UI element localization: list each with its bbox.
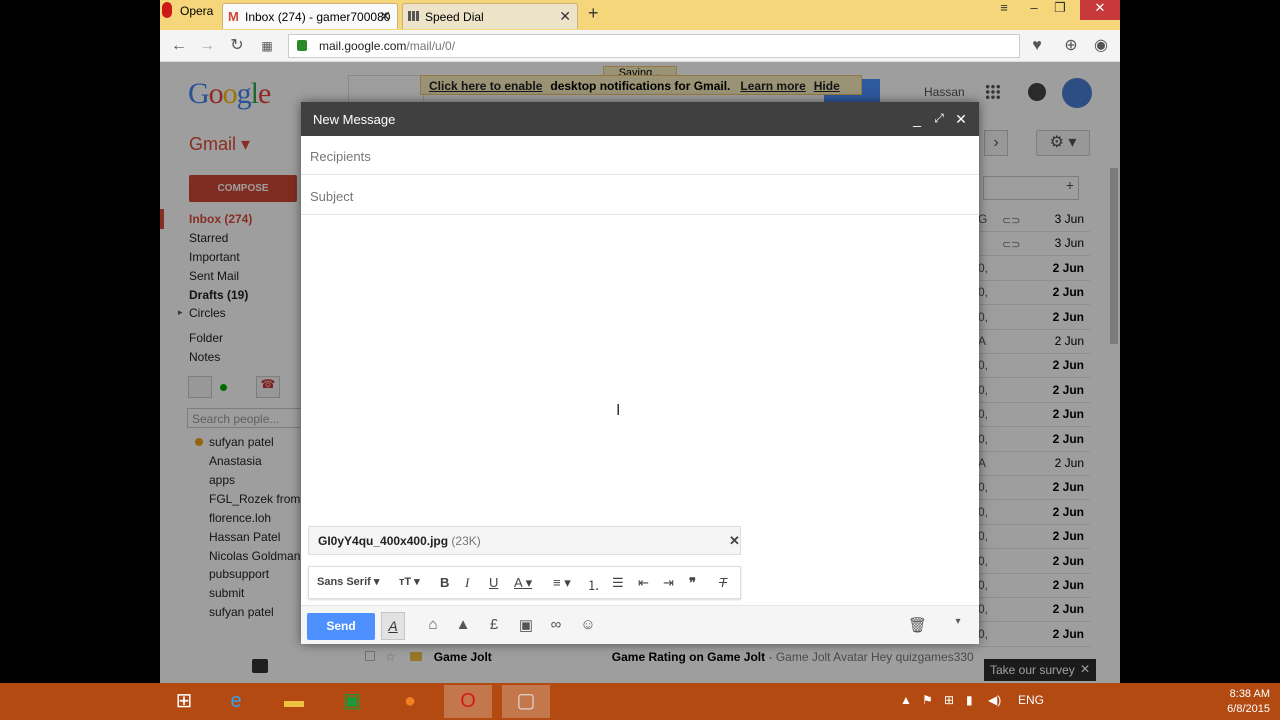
align-icon[interactable]: ≡ ▾ — [553, 575, 571, 591]
opera-menu-label: Opera — [180, 4, 214, 18]
new-tab-button[interactable]: + — [588, 3, 599, 24]
tray-arrow-icon[interactable]: ▲ — [900, 693, 912, 707]
tab-inbox[interactable]: M Inbox (274) - gamer700080 ✕ — [222, 3, 398, 29]
flag-icon[interactable]: ⚑ — [922, 693, 933, 707]
account-icon[interactable]: ◉ — [1092, 37, 1110, 55]
restore-icon[interactable]: ❐ — [1050, 0, 1070, 20]
tab-inbox-label: Inbox (274) - gamer700080 — [245, 10, 391, 24]
minimize-icon[interactable]: – — [1024, 0, 1044, 20]
insert-link-icon[interactable]: ∞ — [547, 616, 565, 633]
gmail-favicon-icon: M — [228, 9, 239, 24]
formatting-toolbar: Sans Serif ▾ тT ▾ B I U A ▾ ≡ ▾ ⒈ ☰ ⇤ ⇥ … — [308, 566, 741, 599]
compose-bottom-bar: Send A ⌂ ▲ £ ▣ ∞ ☺ 🗑 ▾ — [301, 605, 979, 644]
recorder-taskbar-icon[interactable]: ▢ — [502, 685, 550, 718]
close-icon[interactable]: ✕ — [953, 111, 969, 128]
attachment-chip[interactable]: GI0yY4qu_400x400.jpg (23K) ✕ — [308, 526, 741, 555]
tab-menu-icon[interactable]: ≡ — [994, 0, 1014, 20]
media-player-icon[interactable]: ● — [386, 685, 434, 718]
compose-dialog: New Message _ ⤢ ✕ Recipients Subject I G… — [301, 102, 979, 644]
heart-icon[interactable]: ♥ — [1028, 37, 1046, 55]
tab-close-icon[interactable]: ✕ — [379, 8, 391, 25]
volume-icon[interactable]: ◀) — [988, 693, 1001, 707]
indent-less-icon[interactable]: ⇤ — [638, 575, 649, 591]
insert-photo-icon[interactable]: ▣ — [517, 616, 535, 634]
google-drive-icon[interactable]: ▲ — [454, 616, 472, 633]
tab-close-icon[interactable]: ✕ — [559, 8, 571, 25]
address-bar: ← → ↻ ▦ mail.google.com/mail/u/0/ ♥ ⊕ ◉ — [160, 30, 1120, 62]
download-icon[interactable]: ⊕ — [1062, 37, 1080, 55]
attachment-size: (23K) — [451, 534, 481, 548]
bulleted-list-icon[interactable]: ☰ — [612, 575, 624, 591]
compose-title: New Message — [313, 112, 396, 127]
tab-speed-dial[interactable]: Speed Dial ✕ — [402, 3, 578, 29]
window-icon[interactable]: ⊞ — [944, 693, 954, 707]
back-icon[interactable]: ← — [170, 37, 188, 55]
indent-more-icon[interactable]: ⇥ — [663, 575, 674, 591]
recipients-field[interactable]: Recipients — [301, 136, 979, 175]
clock[interactable]: 8:38 AM 6/8/2015 — [1208, 687, 1270, 717]
screen-letterbox-left — [0, 0, 160, 683]
speed-dial-grid-icon[interactable]: ▦ — [258, 37, 276, 55]
underline-icon[interactable]: U — [489, 575, 498, 590]
url-field[interactable]: mail.google.com/mail/u/0/ — [288, 34, 1020, 58]
attach-file-icon[interactable]: ⌂ — [424, 616, 442, 633]
opera-taskbar-icon[interactable]: O — [444, 685, 492, 718]
network-icon[interactable]: ▮ — [966, 693, 973, 707]
lock-icon — [297, 40, 307, 51]
font-select[interactable]: Sans Serif ▾ — [317, 575, 379, 588]
forward-icon[interactable]: → — [198, 37, 216, 55]
language-indicator[interactable]: ENG — [1018, 693, 1044, 707]
insert-emoji-icon[interactable]: ☺ — [579, 616, 597, 633]
italic-icon[interactable]: I — [465, 575, 469, 591]
insert-money-icon[interactable]: £ — [485, 616, 503, 633]
formatting-options-button[interactable]: A — [381, 612, 405, 640]
quote-icon[interactable]: ❞ — [689, 575, 696, 591]
taskbar: ⊞ e ▬ ▣ ● O ▢ ▲ ⚑ ⊞ ▮ ◀) ENG 8:38 AM 6/8… — [0, 683, 1280, 720]
more-options-icon[interactable]: ▾ — [949, 616, 967, 627]
file-explorer-icon[interactable]: ▬ — [270, 685, 318, 718]
numbered-list-icon[interactable]: ⒈ — [587, 575, 600, 594]
url-path: /mail/u/0/ — [406, 39, 456, 53]
message-body[interactable] — [301, 216, 979, 516]
font-select-label: Sans Serif — [317, 576, 371, 588]
pop-out-icon[interactable]: ⤢ — [931, 111, 947, 126]
remove-formatting-icon[interactable]: T — [719, 575, 727, 590]
start-button-icon[interactable]: ⊞ — [160, 685, 208, 718]
url-domain: mail.google.com — [319, 39, 407, 53]
opera-logo-icon — [162, 2, 172, 18]
discard-draft-icon[interactable]: 🗑 — [908, 616, 927, 634]
minimize-icon[interactable]: _ — [909, 111, 925, 127]
compose-header[interactable]: New Message _ ⤢ ✕ — [301, 102, 979, 136]
tab-speed-dial-label: Speed Dial — [425, 10, 484, 24]
subject-field[interactable]: Subject — [301, 176, 979, 215]
remove-attachment-icon[interactable]: ✕ — [729, 533, 740, 549]
text-color-icon[interactable]: A ▾ — [514, 575, 532, 591]
text-cursor-icon: I — [616, 402, 621, 419]
tab-bar: Opera M Inbox (274) - gamer700080 ✕ Spee… — [160, 0, 1120, 30]
send-button[interactable]: Send — [307, 613, 375, 640]
reload-icon[interactable]: ↻ — [228, 37, 246, 55]
screen-letterbox-right — [1120, 0, 1280, 683]
store-icon[interactable]: ▣ — [328, 685, 376, 718]
clock-time: 8:38 AM — [1229, 688, 1270, 700]
attachment-name: GI0yY4qu_400x400.jpg — [318, 534, 449, 548]
bold-icon[interactable]: B — [440, 575, 449, 590]
speed-dial-icon — [408, 11, 420, 21]
opera-menu-button[interactable]: Opera — [160, 0, 220, 22]
close-window-icon[interactable]: ✕ — [1080, 0, 1120, 20]
internet-explorer-icon[interactable]: e — [212, 685, 260, 718]
browser-window: Opera M Inbox (274) - gamer700080 ✕ Spee… — [160, 0, 1120, 683]
clock-date: 6/8/2015 — [1227, 703, 1270, 715]
font-size-icon[interactable]: тT ▾ — [399, 575, 420, 588]
